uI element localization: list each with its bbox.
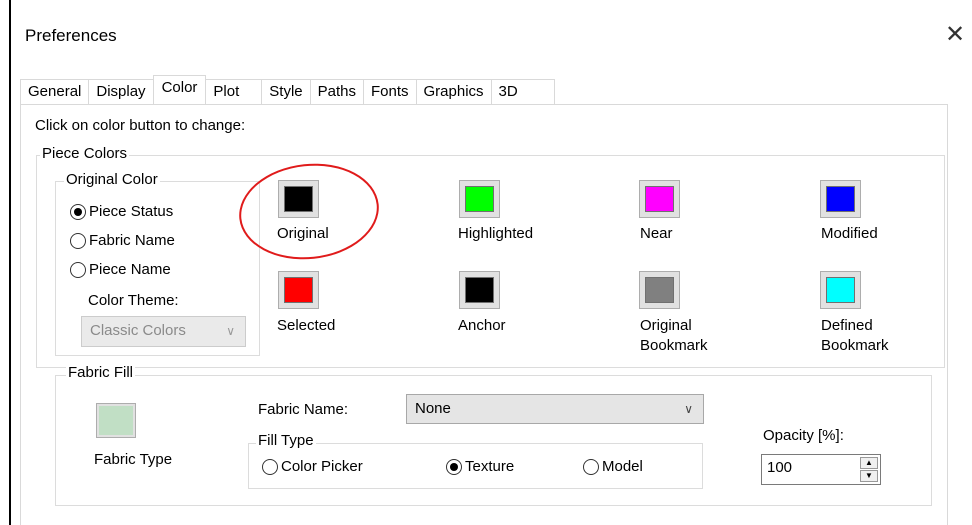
original-bookmark-swatch (645, 277, 674, 303)
dialog-title: Preferences (25, 26, 117, 45)
near-color-button[interactable] (639, 180, 680, 218)
tab-fonts[interactable]: Fonts (363, 79, 417, 104)
color-picker-radio[interactable]: Color Picker (262, 458, 363, 475)
highlighted-swatch (465, 186, 494, 212)
fabric-name-value: None (415, 400, 451, 417)
radio-selected-icon (446, 458, 462, 475)
fabric-fill-legend: Fabric Fill (66, 364, 136, 381)
color-theme-value: Classic Colors (90, 322, 186, 339)
defined-bookmark-label-line2: Bookmark (821, 337, 889, 354)
piece-name-option-label: Piece Name (89, 261, 171, 278)
highlighted-color-button[interactable] (459, 180, 500, 218)
anchor-label: Anchor (458, 317, 506, 334)
selected-swatch (284, 277, 313, 303)
opacity-spinbox[interactable]: 100 ▲ ▼ (761, 454, 881, 485)
fabric-type-swatch (99, 406, 133, 435)
fabric-name-option-label: Fabric Name (89, 232, 175, 249)
color-picker-label: Color Picker (281, 458, 363, 475)
fabric-name-select[interactable]: None ∨ (406, 394, 704, 424)
anchor-color-button[interactable] (459, 271, 500, 309)
instruction-text: Click on color button to change: (35, 117, 246, 134)
defined-bookmark-color-button[interactable] (820, 271, 861, 309)
modified-swatch (826, 186, 855, 212)
model-label: Model (602, 458, 643, 475)
tab-graphics[interactable]: Graphics (415, 79, 492, 104)
near-label: Near (640, 225, 673, 242)
chevron-down-icon: ∨ (226, 324, 235, 338)
original-label: Original (277, 225, 329, 242)
piece-name-radio[interactable]: Piece Name (70, 261, 171, 278)
opacity-value[interactable]: 100 (767, 459, 792, 476)
anchor-swatch (465, 277, 494, 303)
fabric-type-label: Fabric Type (94, 451, 173, 468)
fabric-name-radio[interactable]: Fabric Name (70, 232, 175, 249)
spinner-arrows: ▲ ▼ (860, 457, 878, 482)
spin-down-icon[interactable]: ▼ (860, 470, 878, 482)
modified-color-button[interactable] (820, 180, 861, 218)
tab-general[interactable]: General (20, 79, 90, 104)
selected-label: Selected (277, 317, 336, 334)
modified-label: Modified (821, 225, 878, 242)
radio-unselected-icon (583, 458, 599, 475)
tab-style[interactable]: Style (261, 79, 311, 104)
color-theme-label: Color Theme: (88, 292, 179, 309)
fill-type-legend: Fill Type (256, 432, 316, 449)
close-button[interactable]: ✕ (938, 18, 972, 52)
original-swatch (284, 186, 313, 212)
original-bookmark-label-line1: Original (640, 317, 692, 334)
fabric-name-label: Fabric Name: (258, 401, 349, 418)
original-color-legend: Original Color (64, 171, 160, 188)
title-bar[interactable]: Preferences ✕ (11, 0, 972, 66)
tab-strip: General Display Color Plot Style Paths F… (20, 75, 555, 104)
opacity-label: Opacity [%]: (763, 427, 844, 444)
tab-color[interactable]: Color (152, 75, 207, 104)
highlighted-label: Highlighted (458, 225, 534, 242)
radio-unselected-icon (262, 458, 278, 475)
selected-color-button[interactable] (278, 271, 319, 309)
texture-radio[interactable]: Texture (446, 458, 514, 475)
original-bookmark-label-line2: Bookmark (640, 337, 708, 354)
piece-colors-legend: Piece Colors (40, 145, 130, 162)
model-radio[interactable]: Model (583, 458, 643, 475)
near-swatch (645, 186, 674, 212)
tab-paths[interactable]: Paths (309, 79, 364, 104)
piece-status-radio[interactable]: Piece Status (70, 203, 173, 220)
radio-selected-icon (70, 203, 86, 220)
chevron-down-icon: ∨ (684, 402, 693, 416)
radio-unselected-icon (70, 261, 86, 278)
texture-label: Texture (465, 458, 515, 475)
fabric-type-color-button[interactable] (96, 403, 136, 438)
color-theme-select[interactable]: Classic Colors ∨ (81, 316, 246, 347)
piece-status-label: Piece Status (89, 203, 174, 220)
tab-display[interactable]: Display (88, 79, 154, 104)
tab-plot[interactable]: Plot (205, 79, 263, 104)
original-color-button[interactable] (278, 180, 319, 218)
original-bookmark-color-button[interactable] (639, 271, 680, 309)
radio-unselected-icon (70, 232, 86, 249)
defined-bookmark-label-line1: Defined (821, 317, 873, 334)
tab-3d[interactable]: 3D (490, 79, 555, 104)
spin-up-icon[interactable]: ▲ (860, 457, 878, 469)
defined-bookmark-swatch (826, 277, 855, 303)
